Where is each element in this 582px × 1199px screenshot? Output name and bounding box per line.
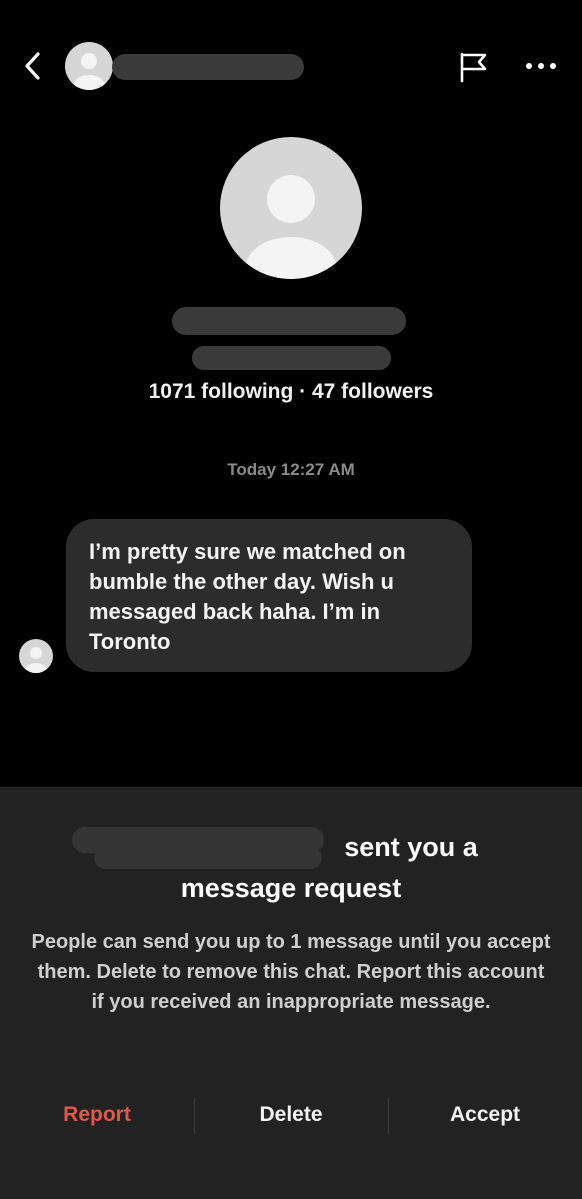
request-actions: Report Delete Accept [0, 1092, 582, 1138]
profile-avatar[interactable] [220, 137, 362, 279]
request-title: sent you a message request [0, 827, 582, 909]
chat-header [0, 0, 582, 130]
header-avatar[interactable] [65, 42, 113, 90]
delete-button[interactable]: Delete [194, 1092, 388, 1138]
request-title-line1: sent you a [344, 832, 478, 862]
more-options-button[interactable] [524, 58, 558, 74]
more-horizontal-icon [526, 63, 556, 69]
sender-avatar[interactable] [19, 639, 53, 673]
message-bubble[interactable]: I’m pretty sure we matched on bumble the… [66, 519, 472, 672]
redacted-handle [192, 346, 391, 370]
default-avatar-icon [25, 647, 47, 673]
report-button[interactable]: Report [0, 1092, 194, 1138]
redacted-display-name [172, 307, 406, 335]
report-flag-button[interactable] [457, 50, 491, 84]
redacted-username [112, 54, 304, 80]
message-request-sheet: sent you a message request People can se… [0, 787, 582, 1199]
default-avatar-icon [245, 175, 337, 279]
chevron-left-icon [25, 52, 40, 80]
request-title-line2: message request [180, 873, 402, 903]
flag-icon [460, 52, 487, 83]
follow-stats[interactable]: 1071 following · 47 followers [0, 380, 582, 404]
request-description: People can send you up to 1 message unti… [31, 931, 551, 1013]
accept-button[interactable]: Accept [388, 1092, 582, 1138]
default-avatar-icon [73, 53, 105, 90]
message-timestamp: Today 12:27 AM [227, 460, 355, 479]
back-button[interactable] [20, 50, 48, 82]
